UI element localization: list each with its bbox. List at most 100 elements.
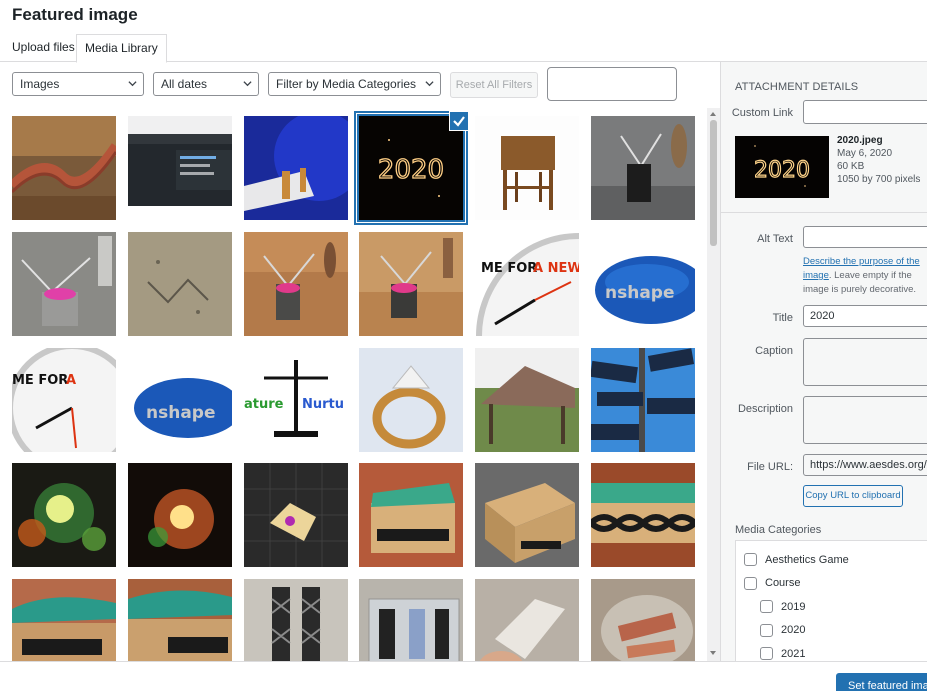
media-thumbnail-celtic-box-2[interactable] — [591, 463, 695, 567]
thumbnail-image — [591, 348, 695, 452]
thumbnail-image — [12, 232, 116, 336]
checkbox[interactable] — [744, 553, 757, 566]
media-thumbnail-onshape-logo-2[interactable]: nshape — [128, 348, 232, 452]
attachment-meta: 2020.jpeg May 6, 2020 60 KB 1050 by 700 … — [837, 134, 920, 186]
media-type-select[interactable]: Images — [12, 72, 144, 96]
selected-check-icon[interactable] — [449, 111, 469, 131]
media-categories-list: Aesthetics Game Course 2019 2020 2021 — [735, 540, 927, 661]
media-thumbnail-new-plan-clock-2[interactable]: ME FOR A — [12, 348, 116, 452]
checkbox[interactable] — [744, 576, 757, 590]
category-checkbox-row[interactable]: 2021 — [760, 647, 805, 660]
chevron-down-icon — [425, 81, 434, 87]
thumbnail-image — [359, 463, 463, 567]
checkbox[interactable] — [760, 600, 773, 613]
thumbnail-image: ature Nurtu — [244, 348, 348, 452]
set-featured-image-button[interactable]: Set featured image — [836, 673, 927, 691]
svg-text:nshape: nshape — [605, 283, 675, 303]
category-label: Aesthetics Game — [765, 553, 849, 566]
thumbnail-image: 2020 — [359, 116, 463, 220]
category-checkbox-row[interactable]: 2019 — [760, 600, 805, 613]
thumbnail-image — [359, 348, 463, 452]
media-thumbnail-metal-figure-wood-1[interactable] — [244, 232, 348, 336]
thumbnail-image — [591, 116, 695, 220]
media-thumbnail-celtic-knot-hand[interactable] — [475, 579, 579, 661]
thumbnail-image — [128, 116, 232, 220]
description-textarea[interactable] — [803, 396, 927, 444]
media-thumbnail-glowing-lamp-1[interactable] — [12, 463, 116, 567]
media-thumbnail-wooden-box-open[interactable] — [475, 463, 579, 567]
title-input[interactable] — [803, 305, 927, 327]
thumbnail-image: nshape — [591, 232, 695, 336]
sparkler-image: 2020 — [735, 136, 829, 198]
thumbnail-image — [128, 232, 232, 336]
media-thumbnail-celtic-box-1[interactable] — [359, 463, 463, 567]
category-label: 2020 — [781, 624, 806, 636]
media-thumbnail-gold-ring[interactable] — [359, 348, 463, 452]
media-thumbnail-onshape-logo-1[interactable]: nshape — [591, 232, 695, 336]
file-url-input[interactable] — [803, 454, 927, 476]
media-thumbnail-celtic-box-4[interactable] — [128, 579, 232, 661]
thumbnail-image — [12, 579, 116, 661]
tab-upload-files[interactable]: Upload files — [4, 34, 83, 62]
media-tabs: Upload files Media Library — [0, 30, 927, 63]
media-thumbnail-metal-figure-wood-2[interactable] — [359, 232, 463, 336]
category-filter-select[interactable]: Filter by Media Categories — [268, 72, 441, 96]
tab-media-library[interactable]: Media Library — [76, 34, 167, 63]
thumbnail-image — [591, 463, 695, 567]
media-thumbnail-celtic-box-3[interactable] — [12, 579, 116, 661]
scroll-up-arrow[interactable] — [710, 112, 716, 116]
media-thumbnail-2020-sparkler[interactable]: 2020 — [357, 114, 465, 222]
scroll-thumb[interactable] — [710, 120, 717, 246]
thumbnail-image — [244, 116, 348, 220]
category-checkbox-row[interactable]: Course — [744, 576, 800, 590]
thumbnail-image — [244, 579, 348, 661]
media-thumbnail-glowing-lamp-2[interactable] — [128, 463, 232, 567]
checkbox[interactable] — [760, 623, 773, 637]
thumbnail-image — [475, 463, 579, 567]
media-thumbnail-brick-serpentine-wall[interactable] — [12, 116, 116, 220]
thumbnail-image: nshape — [128, 348, 232, 452]
media-thumbnail-celtic-knot-container[interactable] — [359, 579, 463, 661]
thumbnail-image — [475, 348, 579, 452]
media-thumbnail-spinning-top-blue[interactable] — [244, 116, 348, 220]
search-input[interactable] — [547, 67, 677, 101]
media-thumbnail-metal-figure-gray[interactable] — [591, 116, 695, 220]
scroll-down-arrow[interactable] — [710, 651, 716, 655]
thumbnail-image — [359, 579, 463, 661]
copy-url-button[interactable]: Copy URL to clipboard — [803, 485, 903, 507]
attachment-date: May 6, 2020 — [837, 148, 893, 159]
media-thumbnail-admin-screenshot[interactable] — [128, 116, 232, 220]
media-thumbnail-celtic-knot-strips[interactable] — [244, 579, 348, 661]
media-thumbnail-metal-figure-carpet[interactable] — [128, 232, 232, 336]
checkbox[interactable] — [760, 647, 773, 660]
media-thumbnail-celtic-knot-dish[interactable] — [591, 579, 695, 661]
reset-filters-button[interactable]: Reset All Filters — [450, 72, 538, 98]
title-label: Title — [772, 312, 793, 324]
alt-text-input[interactable] — [803, 226, 927, 248]
media-thumbnail-advice-signpost[interactable] — [591, 348, 695, 452]
custom-link-input[interactable] — [803, 100, 927, 124]
media-thumbnail-wooden-side-table[interactable] — [475, 116, 579, 220]
media-thumbnail-new-plan-clock-1[interactable]: ME FOR A NEW — [475, 232, 579, 336]
attachment-size: 60 KB — [837, 161, 865, 172]
thumbnail-image — [475, 116, 579, 220]
attachment-filename: 2020.jpeg — [837, 135, 883, 146]
category-checkbox-row[interactable]: Aesthetics Game — [744, 553, 849, 566]
media-thumbnail-nature-nurture-scale[interactable]: ature Nurtu — [244, 348, 348, 452]
media-thumbnail-figure-on-mat[interactable] — [244, 463, 348, 567]
thumbnail-image — [244, 232, 348, 336]
svg-text:ature: ature — [244, 397, 284, 412]
caption-textarea[interactable] — [803, 338, 927, 386]
category-label: 2019 — [781, 600, 806, 613]
grid-scrollbar[interactable] — [707, 108, 720, 661]
svg-text:ME FOR: ME FOR — [12, 373, 68, 388]
date-filter-select[interactable]: All dates — [153, 72, 259, 96]
details-heading: ATTACHMENT DETAILS — [735, 81, 859, 93]
custom-link-label: Custom Link — [731, 107, 793, 119]
attachment-details-panel: ATTACHMENT DETAILS Custom Link 2020 2020… — [720, 62, 927, 661]
preview-year-text: 2020 — [754, 158, 810, 183]
media-type-value: Images — [20, 77, 60, 91]
category-checkbox-row[interactable]: 2020 — [760, 623, 806, 637]
media-thumbnail-wooden-pavilion[interactable] — [475, 348, 579, 452]
media-thumbnail-metal-figure-pink[interactable] — [12, 232, 116, 336]
